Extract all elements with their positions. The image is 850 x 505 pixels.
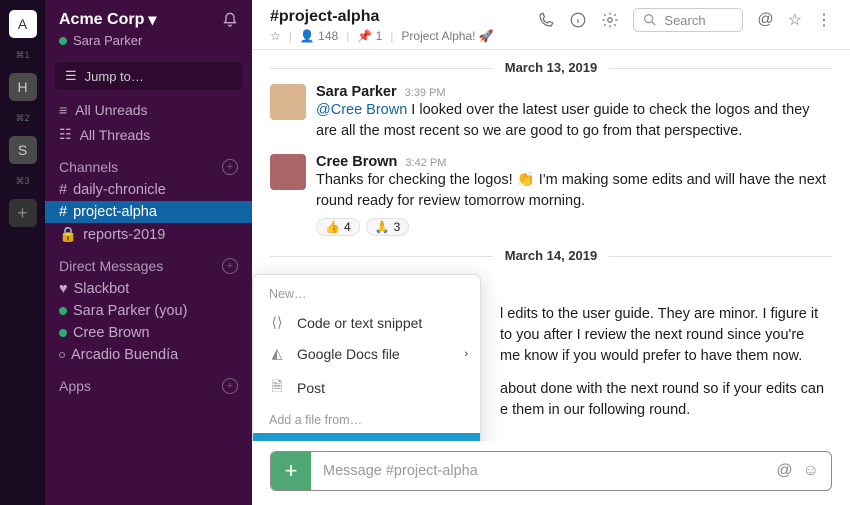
add-channel-button[interactable]: + xyxy=(222,159,238,175)
chevron-right-icon: › xyxy=(464,348,468,360)
workspace-hotkey: ⌘2 xyxy=(15,113,29,124)
heart-icon: ♥ xyxy=(59,281,68,297)
message-partial: about done with the next round so if you… xyxy=(500,379,832,421)
lock-icon: 🔒 xyxy=(59,226,77,243)
sidebar: Acme Corp▾ Sara Parker ☰ Jump to… ≡All U… xyxy=(45,0,252,505)
channel-title[interactable]: #project-alpha xyxy=(270,8,494,26)
main-column: #project-alpha ☆| 👤 148| 📌 1| Project Al… xyxy=(252,0,850,505)
attachment-menu: New… ⟨⟩Code or text snippet ◭Google Docs… xyxy=(252,274,481,441)
clap-emoji: 👏 xyxy=(517,172,535,188)
presence-active-icon xyxy=(59,37,67,45)
post-icon: 🗎 xyxy=(269,376,285,400)
presence-active-icon xyxy=(59,307,67,315)
workspace-item[interactable]: H xyxy=(9,73,37,101)
pins-count[interactable]: 📌 1 xyxy=(357,29,382,43)
message-partial: l edits to the user guide. They are mino… xyxy=(500,272,832,367)
menu-item-post[interactable]: 🗎Post xyxy=(253,369,480,407)
channel-header: #project-alpha ☆| 👤 148| 📌 1| Project Al… xyxy=(252,0,850,50)
dm-item[interactable]: Arcadio Buendía xyxy=(45,344,252,366)
reaction[interactable]: 🙏3 xyxy=(366,218,410,236)
bell-icon[interactable] xyxy=(222,12,238,28)
jump-to-input[interactable]: ☰ Jump to… xyxy=(55,62,242,90)
workspace-item[interactable]: S xyxy=(9,136,37,164)
search-input[interactable]: Search xyxy=(633,8,743,32)
code-icon: ⟨⟩ xyxy=(269,314,285,331)
message-time: 3:39 PM xyxy=(405,87,446,99)
team-switcher[interactable]: Acme Corp▾ xyxy=(59,10,238,30)
message-text: Thanks for checking the logos! 👏 I'm mak… xyxy=(316,170,832,212)
menu-item-code-snippet[interactable]: ⟨⟩Code or text snippet xyxy=(253,307,480,338)
members-count[interactable]: 👤 148 xyxy=(300,29,338,43)
hash-icon: # xyxy=(59,182,67,198)
mention[interactable]: @Cree Brown xyxy=(316,102,407,118)
menu-section-label: Add a file from… xyxy=(253,407,480,433)
workspace-hotkey: ⌘3 xyxy=(15,176,29,187)
avatar[interactable] xyxy=(270,154,306,190)
message-time: 3:42 PM xyxy=(405,157,446,169)
channel-topic[interactable]: Project Alpha! 🚀 xyxy=(401,29,493,43)
date-divider: March 14, 2019 xyxy=(270,248,832,264)
reaction[interactable]: 👍4 xyxy=(316,218,360,236)
search-icon xyxy=(642,12,658,28)
all-threads-link[interactable]: ☷All Threads xyxy=(45,122,252,147)
message-text: about done with the next round so if you… xyxy=(500,379,832,421)
gear-icon[interactable] xyxy=(601,11,619,29)
drive-icon: ◭ xyxy=(269,345,285,362)
mentions-icon[interactable]: @ xyxy=(757,11,773,29)
workspace-hotkey: ⌘1 xyxy=(15,50,29,61)
star-icon[interactable]: ☆ xyxy=(270,29,281,43)
dm-item[interactable]: ♥Slackbot xyxy=(45,278,252,300)
presence-away-icon xyxy=(59,352,65,358)
menu-section-label: New… xyxy=(253,281,480,307)
team-name: Acme Corp xyxy=(59,11,144,29)
channels-section-header[interactable]: Channels + xyxy=(45,147,252,179)
message-list: March 13, 2019 Sara Parker 3:39 PM @Cree … xyxy=(252,50,850,441)
workspace-rail: A ⌘1 H ⌘2 S ⌘3 + xyxy=(0,0,45,505)
message-author[interactable]: Cree Brown xyxy=(316,154,397,170)
threads-icon: ☷ xyxy=(59,126,72,143)
dm-item[interactable]: Cree Brown xyxy=(45,322,252,344)
message[interactable]: Cree Brown 3:42 PM Thanks for checking th… xyxy=(270,154,832,236)
message-text: l edits to the user guide. They are mino… xyxy=(500,304,832,367)
message-composer: + Message #project-alpha @ ☺ xyxy=(270,451,832,491)
star-icon[interactable]: ☆ xyxy=(788,10,802,30)
composer-input[interactable]: Message #project-alpha xyxy=(311,463,776,479)
drive-icon: ◭ xyxy=(269,440,285,441)
dm-section-header[interactable]: Direct Messages + xyxy=(45,246,252,278)
menu-item-google-docs[interactable]: ◭Google Docs file› xyxy=(253,338,480,369)
dm-item[interactable]: Sara Parker (you) xyxy=(45,300,252,322)
add-app-button[interactable]: + xyxy=(222,378,238,394)
mention-icon[interactable]: @ xyxy=(776,462,792,480)
info-icon[interactable] xyxy=(569,11,587,29)
add-dm-button[interactable]: + xyxy=(222,258,238,274)
current-user[interactable]: Sara Parker xyxy=(59,33,238,48)
apps-section-header[interactable]: Apps + xyxy=(45,366,252,398)
message-text: @Cree Brown I looked over the latest use… xyxy=(316,100,832,142)
attach-button[interactable]: + xyxy=(271,452,311,490)
more-icon[interactable]: ⋮ xyxy=(816,10,832,30)
presence-active-icon xyxy=(59,329,67,337)
channel-item-active[interactable]: #project-alpha xyxy=(45,201,252,223)
message-author[interactable]: Sara Parker xyxy=(316,84,397,100)
rocket-emoji: 🚀 xyxy=(479,29,494,43)
chevron-down-icon: ▾ xyxy=(148,10,156,30)
avatar[interactable] xyxy=(270,84,306,120)
menu-item-google-drive[interactable]: ◭Google Drive› xyxy=(253,433,480,441)
hash-icon: # xyxy=(59,204,67,220)
channel-item[interactable]: #daily-chronicle xyxy=(45,179,252,201)
workspace-item[interactable]: A xyxy=(9,10,37,38)
unreads-icon: ≡ xyxy=(59,102,67,118)
emoji-icon[interactable]: ☺ xyxy=(803,462,819,480)
jump-icon: ☰ xyxy=(65,68,77,84)
call-icon[interactable] xyxy=(537,11,555,29)
add-workspace-button[interactable]: + xyxy=(9,199,37,227)
channel-item[interactable]: 🔒reports-2019 xyxy=(45,223,252,246)
all-unreads-link[interactable]: ≡All Unreads xyxy=(45,98,252,122)
date-divider: March 13, 2019 xyxy=(270,60,832,76)
message[interactable]: Sara Parker 3:39 PM @Cree Brown I looked … xyxy=(270,84,832,142)
